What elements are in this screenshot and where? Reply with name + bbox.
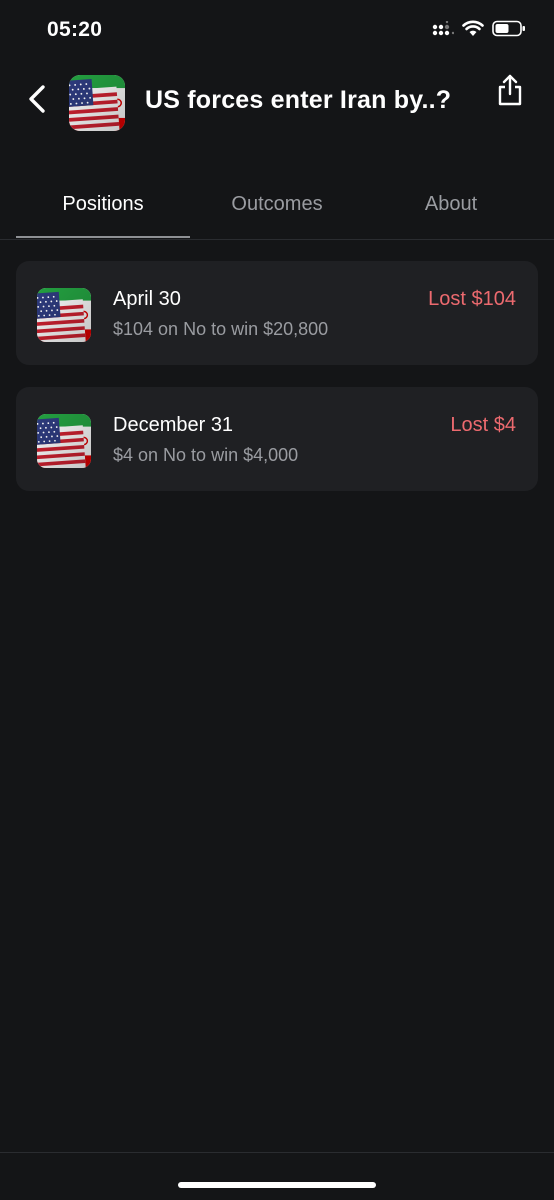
market-thumbnail	[69, 75, 125, 131]
tab-about[interactable]: About	[364, 178, 538, 239]
position-title: December 31	[113, 414, 234, 436]
cellular-signal-icon	[432, 20, 455, 42]
position-detail: $4 on No to win $4,000	[113, 445, 299, 465]
position-thumbnail	[37, 288, 91, 342]
position-result: Lost $4	[450, 414, 516, 436]
tabs-divider	[0, 239, 554, 240]
status-time: 05:20	[47, 18, 103, 41]
back-button[interactable]	[22, 84, 52, 118]
page-title: US forces enter Iran by..?	[145, 86, 452, 114]
tab-bar: Positions Outcomes About	[16, 178, 554, 239]
header: US forces enter Iran by..?	[0, 70, 554, 136]
positions-list: April 30 $104 on No to win $20,800 Lost …	[16, 261, 538, 513]
wifi-icon	[462, 20, 484, 42]
chevron-left-icon	[27, 84, 47, 119]
position-thumbnail	[37, 414, 91, 468]
position-card[interactable]: December 31 $4 on No to win $4,000 Lost …	[16, 387, 538, 491]
status-icons	[432, 20, 526, 42]
bottom-divider	[0, 1152, 554, 1153]
home-indicator[interactable]	[178, 1182, 376, 1188]
share-button[interactable]	[496, 74, 524, 111]
status-bar: 05:20	[0, 0, 554, 60]
position-result: Lost $104	[428, 288, 516, 310]
tab-outcomes[interactable]: Outcomes	[190, 178, 364, 239]
position-card[interactable]: April 30 $104 on No to win $20,800 Lost …	[16, 261, 538, 365]
position-detail: $104 on No to win $20,800	[113, 319, 329, 339]
tab-positions[interactable]: Positions	[16, 178, 190, 239]
position-title: April 30	[113, 288, 181, 310]
battery-icon	[492, 20, 526, 42]
share-icon	[497, 74, 523, 111]
